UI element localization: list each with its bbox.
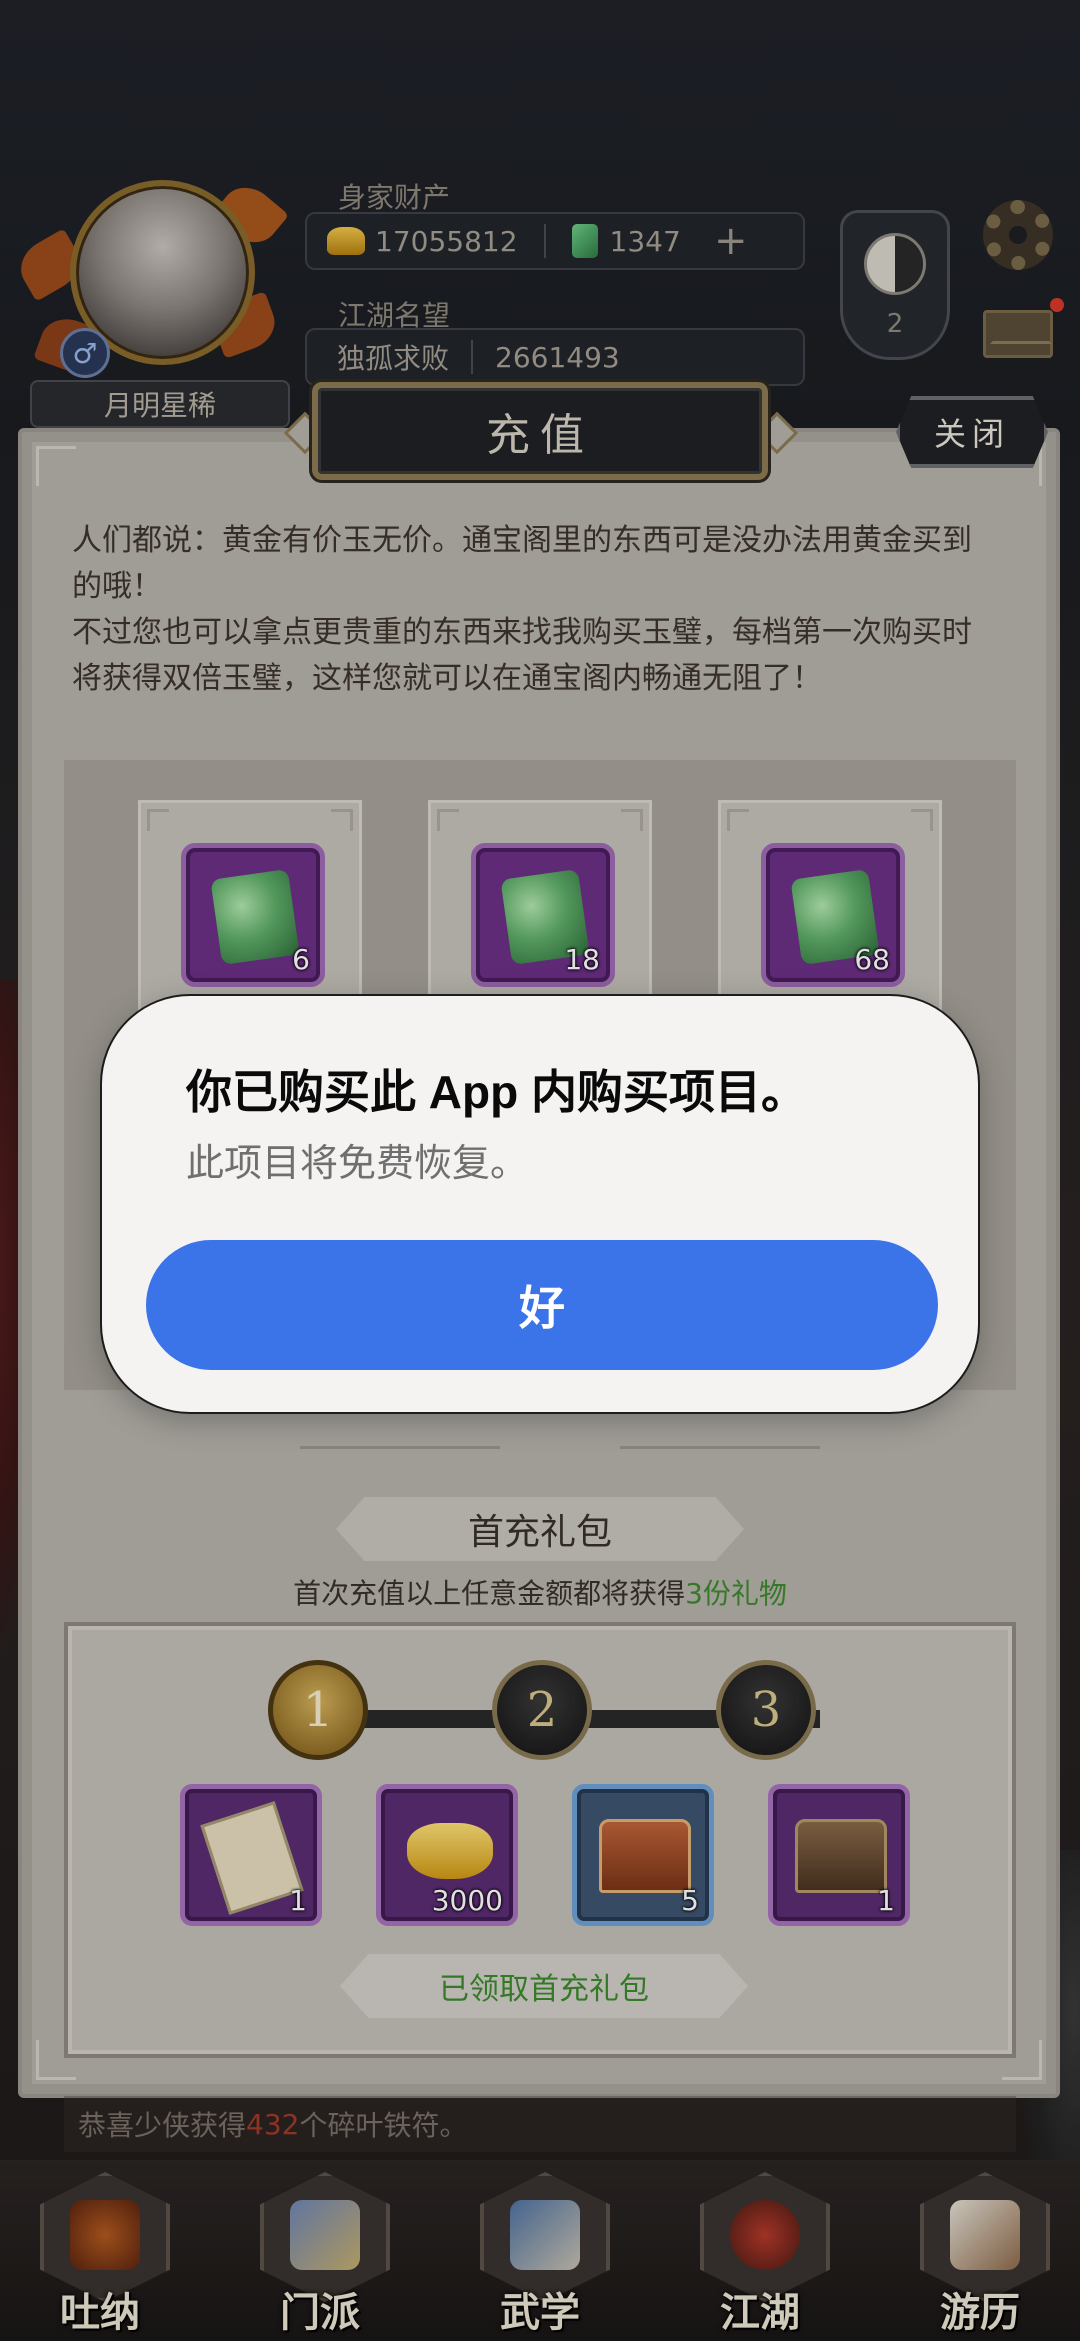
ok-button[interactable]: 好 (146, 1240, 938, 1370)
purchase-restored-alert: 你已购买此 App 内购买项目。 此项目将免费恢复。 好 (100, 994, 980, 1414)
alert-message: 此项目将免费恢复。 (186, 1143, 529, 1185)
alert-title: 你已购买此 App 内购买项目。 (186, 1066, 807, 1118)
